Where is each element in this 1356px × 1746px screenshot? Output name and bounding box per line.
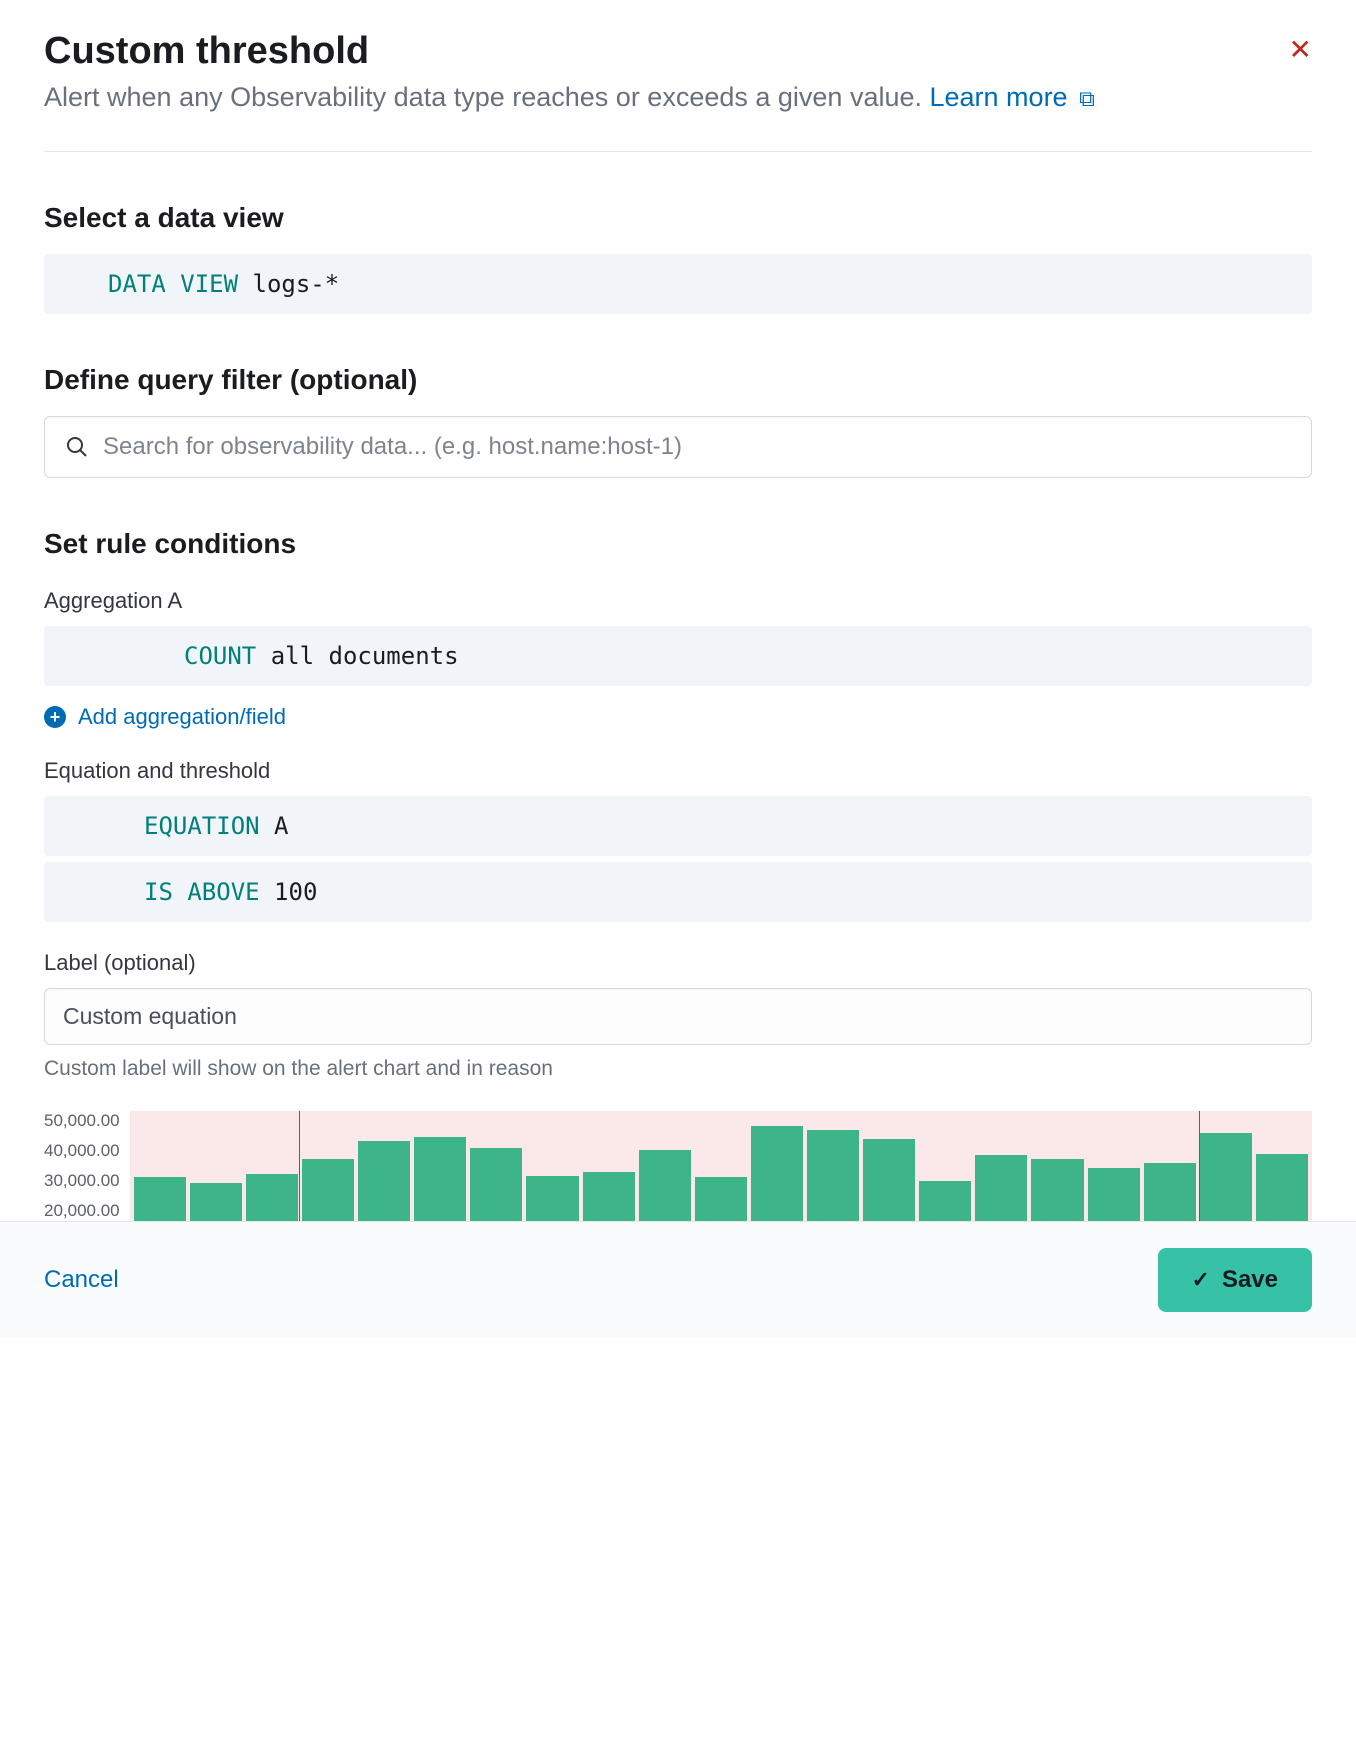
chart-bar [1088,1168,1140,1221]
chart-y-tick: 20,000.00 [44,1201,120,1221]
add-aggregation-label: Add aggregation/field [78,704,286,730]
conditions-section-title: Set rule conditions [44,528,1312,560]
query-filter-input[interactable]: Search for observability data... (e.g. h… [44,416,1312,478]
chart-y-tick: 40,000.00 [44,1141,120,1161]
chart-bar [526,1176,578,1222]
aggregation-label: Aggregation A [44,588,1312,614]
data-view-value: logs-* [253,270,340,298]
equation-selector[interactable]: EQUATION A [44,796,1312,856]
chart-y-axis: 50,000.00 40,000.00 30,000.00 20,000.00 [44,1111,130,1221]
chart-bar [583,1172,635,1222]
threshold-keyword: IS ABOVE [144,878,260,906]
threshold-value: 100 [274,878,317,906]
chart-bar [358,1141,410,1222]
equation-keyword: EQUATION [144,812,260,840]
data-view-keyword: DATA VIEW [108,270,238,298]
check-icon: ✓ [1192,1267,1210,1293]
chart-vline [1199,1111,1200,1221]
add-aggregation-button[interactable]: + Add aggregation/field [44,704,1312,730]
aggregation-value: all documents [271,642,459,670]
save-button[interactable]: ✓ Save [1158,1248,1313,1312]
chart-vline [299,1111,300,1221]
data-view-selector[interactable]: DATA VIEW logs-* [44,254,1312,314]
chart-bar [807,1130,859,1222]
save-label: Save [1222,1266,1278,1294]
chart-bar [302,1159,354,1221]
chart-bar [246,1174,298,1222]
aggregation-keyword: COUNT [184,642,256,670]
data-view-section-title: Select a data view [44,202,1312,234]
equation-label: Equation and threshold [44,758,1312,784]
external-link-icon: ⧉ [1079,86,1095,111]
chart-bar [414,1137,466,1221]
chart-y-tick: 30,000.00 [44,1171,120,1191]
label-help-text: Custom label will show on the alert char… [44,1057,1312,1081]
preview-chart: 50,000.00 40,000.00 30,000.00 20,000.00 [44,1111,1312,1221]
chart-bar [695,1177,747,1221]
chart-bar [639,1150,691,1222]
divider [44,151,1312,152]
chart-bar [190,1183,242,1222]
label-field[interactable] [44,988,1312,1045]
chart-bar [1144,1163,1196,1222]
aggregation-selector[interactable]: COUNT all documents [44,626,1312,686]
learn-more-link[interactable]: Learn more ⧉ [930,82,1095,112]
cancel-button[interactable]: Cancel [44,1266,119,1294]
chart-bar [1200,1133,1252,1221]
chart-bar [863,1139,915,1222]
query-filter-placeholder: Search for observability data... (e.g. h… [103,433,1291,461]
chart-y-tick: 50,000.00 [44,1111,120,1131]
chart-bar [1256,1154,1308,1222]
plus-circle-icon: + [44,706,66,728]
page-title: Custom threshold [44,30,369,73]
filter-section-title: Define query filter (optional) [44,364,1312,396]
chart-bar [975,1155,1027,1221]
chart-bar [751,1126,803,1221]
chart-bar [134,1177,186,1221]
subtitle-text: Alert when any Observability data type r… [44,82,930,112]
threshold-selector[interactable]: IS ABOVE 100 [44,862,1312,922]
chart-bar [470,1148,522,1221]
chart-area [130,1111,1312,1221]
equation-value: A [274,812,288,840]
chart-bar [1031,1159,1083,1221]
page-subtitle: Alert when any Observability data type r… [44,79,1312,115]
search-icon [65,435,89,459]
close-icon[interactable]: ✕ [1289,36,1312,64]
chart-bar [919,1181,971,1221]
label-field-label: Label (optional) [44,950,1312,976]
